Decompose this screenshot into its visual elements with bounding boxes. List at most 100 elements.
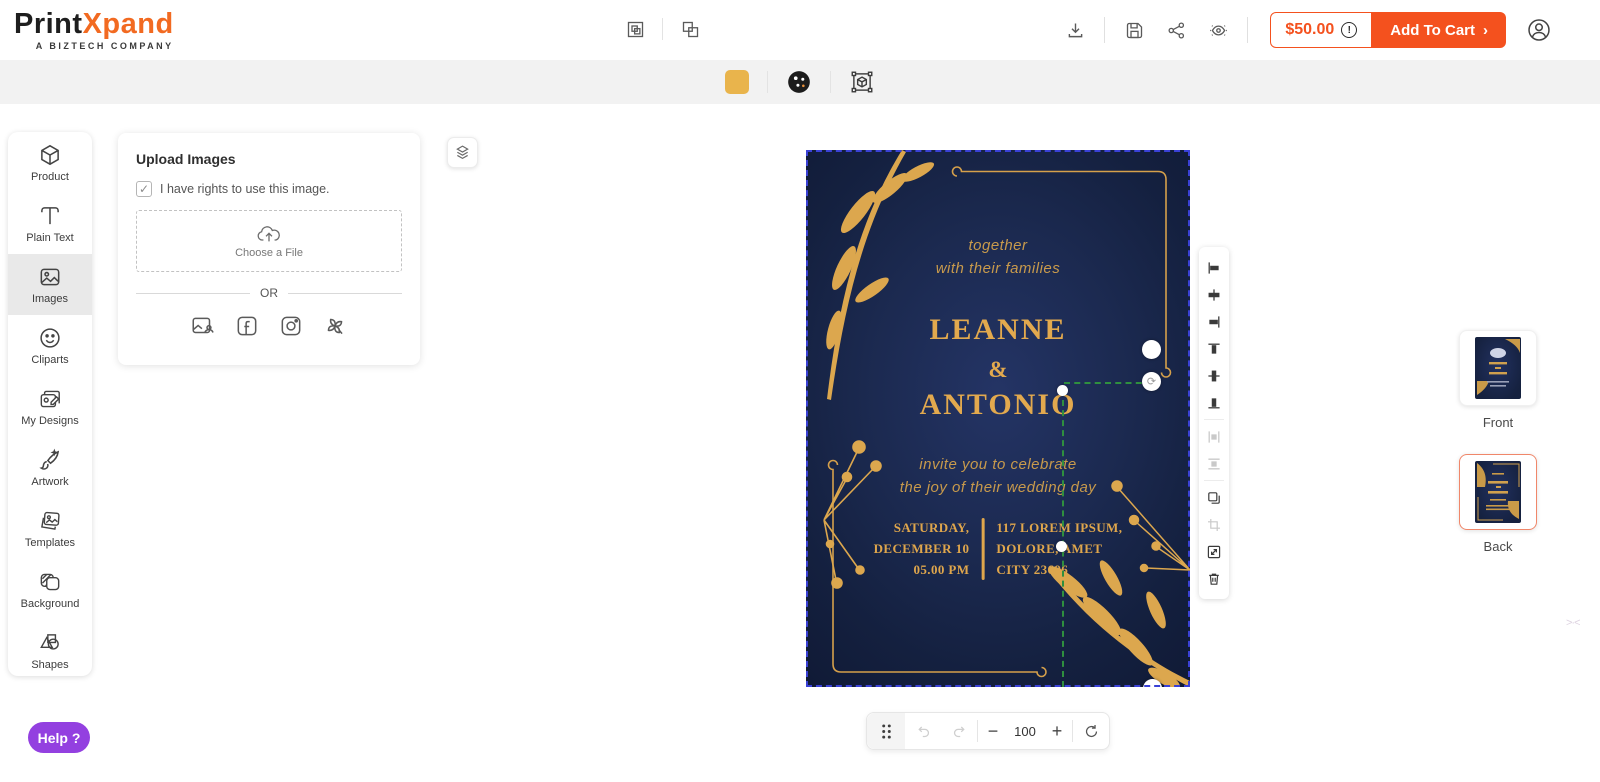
templates-icon xyxy=(37,508,63,534)
front-page-thumbnail[interactable] xyxy=(1459,330,1537,406)
choose-file-dropzone[interactable]: Choose a File xyxy=(136,210,402,272)
context-toolbar xyxy=(0,60,1600,104)
resize-handle[interactable] xyxy=(1142,340,1161,359)
logo-text: PrintXpand xyxy=(14,8,174,41)
anchor-handle[interactable] xyxy=(1056,541,1067,552)
panel-collapse-handle[interactable]: >·< xyxy=(1566,617,1580,629)
distribute-vertical-button[interactable] xyxy=(1199,450,1229,477)
sidebar-item-shapes[interactable]: Shapes xyxy=(8,620,92,676)
shapes-icon xyxy=(37,630,63,656)
import-sources xyxy=(136,313,402,339)
back-page-thumbnail[interactable] xyxy=(1459,454,1537,530)
ungroup-objects-icon[interactable] xyxy=(677,16,703,42)
brush-icon xyxy=(37,447,63,473)
layers-button[interactable] xyxy=(447,137,478,168)
snap-guide-vertical xyxy=(1062,390,1064,687)
delete-button[interactable] xyxy=(1199,565,1229,592)
rotate-reset-button[interactable] xyxy=(1073,713,1109,749)
front-page-label: Front xyxy=(1483,415,1513,430)
sidebar-item-label: Templates xyxy=(25,537,75,549)
sidebar-item-my-designs[interactable]: My Designs xyxy=(8,376,92,437)
help-button[interactable]: Help ? xyxy=(28,722,90,753)
divider xyxy=(830,71,831,93)
snap-guide-horizontal xyxy=(1064,382,1152,384)
duplicate-button[interactable] xyxy=(1199,484,1229,511)
sidebar-item-cliparts[interactable]: Cliparts xyxy=(8,315,92,376)
object-tool-rail xyxy=(1199,247,1229,599)
page-selector: Front Back xyxy=(1458,330,1538,578)
redo-button[interactable] xyxy=(941,713,977,749)
resize-button[interactable] xyxy=(1199,538,1229,565)
facebook-import-icon[interactable] xyxy=(234,313,260,339)
design-canvas[interactable]: together with their families LEANNE & AN… xyxy=(806,150,1190,687)
rotate-handle[interactable]: ⟳ xyxy=(1142,372,1161,391)
sidebar-item-label: Product xyxy=(31,171,69,183)
rights-label: I have rights to use this image. xyxy=(160,182,330,196)
divider xyxy=(1204,480,1224,481)
name-leanne[interactable]: LEANNE xyxy=(806,313,1190,347)
or-label: OR xyxy=(260,286,278,300)
date-venue-block[interactable]: SATURDAY, DECEMBER 10 05.00 PM 117 LOREM… xyxy=(874,518,1123,580)
price-info-icon[interactable]: ! xyxy=(1341,22,1357,38)
drag-handle[interactable] xyxy=(867,713,905,749)
instagram-import-icon[interactable] xyxy=(278,313,304,339)
add-to-cart-button[interactable]: Add To Cart › xyxy=(1372,12,1506,48)
align-middle-vertical-button[interactable] xyxy=(1199,362,1229,389)
align-top-button[interactable] xyxy=(1199,335,1229,362)
panel-title: Upload Images xyxy=(136,151,402,167)
sidebar-item-label: Background xyxy=(21,598,80,610)
align-bottom-button[interactable] xyxy=(1199,389,1229,416)
price-value: $50.00 xyxy=(1285,21,1334,39)
background-icon xyxy=(37,569,63,595)
preview-eye-icon[interactable] xyxy=(1205,17,1231,43)
ampersand[interactable]: & xyxy=(806,357,1190,383)
smiley-icon xyxy=(37,325,63,351)
front-thumb-preview xyxy=(1475,337,1521,399)
divider-bar xyxy=(981,518,984,580)
divider xyxy=(1247,17,1248,43)
header: PrintXpand A BIZTECH COMPANY xyxy=(0,0,1600,60)
divider xyxy=(662,18,663,40)
logo-tagline: A BIZTECH COMPANY xyxy=(14,41,174,51)
or-divider: OR xyxy=(136,286,402,300)
color-swatch[interactable] xyxy=(725,70,749,94)
invitation-artboard[interactable]: together with their families LEANNE & AN… xyxy=(806,150,1190,687)
intro-text[interactable]: together with their families xyxy=(806,234,1190,281)
printxpand-designer: PrintXpand A BIZTECH COMPANY xyxy=(0,0,1600,782)
share-icon[interactable] xyxy=(1163,17,1189,43)
undo-button[interactable] xyxy=(905,713,941,749)
designs-icon xyxy=(37,386,63,412)
cube-icon xyxy=(37,142,63,168)
name-antonio[interactable]: ANTONIO xyxy=(806,388,1190,422)
rights-row: ✓ I have rights to use this image. xyxy=(136,181,402,197)
sidebar-item-images[interactable]: Images xyxy=(8,254,92,315)
date-column: SATURDAY, DECEMBER 10 05.00 PM xyxy=(874,518,970,580)
header-center-tools xyxy=(622,16,703,42)
sidebar-item-background[interactable]: Background xyxy=(8,559,92,620)
align-right-button[interactable] xyxy=(1199,308,1229,335)
download-icon[interactable] xyxy=(1062,17,1088,43)
align-center-horizontal-button[interactable] xyxy=(1199,281,1229,308)
sidebar-item-templates[interactable]: Templates xyxy=(8,498,92,559)
crop-button[interactable] xyxy=(1199,511,1229,538)
rights-checkbox[interactable]: ✓ xyxy=(136,181,152,197)
sidebar-item-plain-text[interactable]: Plain Text xyxy=(8,193,92,254)
save-icon[interactable] xyxy=(1121,17,1147,43)
align-left-button[interactable] xyxy=(1199,254,1229,281)
distribute-horizontal-button[interactable] xyxy=(1199,423,1229,450)
sidebar-item-label: Artwork xyxy=(31,476,68,488)
anchor-handle[interactable] xyxy=(1057,385,1068,396)
pinwheel-import-icon[interactable] xyxy=(322,313,348,339)
zoom-out-button[interactable]: − xyxy=(978,721,1008,742)
center-object-icon[interactable] xyxy=(849,69,875,95)
zoom-in-button[interactable]: + xyxy=(1042,721,1072,742)
color-wheel-icon[interactable] xyxy=(786,69,812,95)
account-icon[interactable] xyxy=(1526,17,1552,43)
sidebar-item-artwork[interactable]: Artwork xyxy=(8,437,92,498)
logo[interactable]: PrintXpand A BIZTECH COMPANY xyxy=(14,8,174,51)
sidebar-item-product[interactable]: Product xyxy=(8,132,92,193)
invite-text[interactable]: invite you to celebrate the joy of their… xyxy=(806,453,1190,500)
sidebar-item-label: Cliparts xyxy=(31,354,68,366)
group-objects-icon[interactable] xyxy=(622,16,648,42)
gallery-import-icon[interactable] xyxy=(190,313,216,339)
